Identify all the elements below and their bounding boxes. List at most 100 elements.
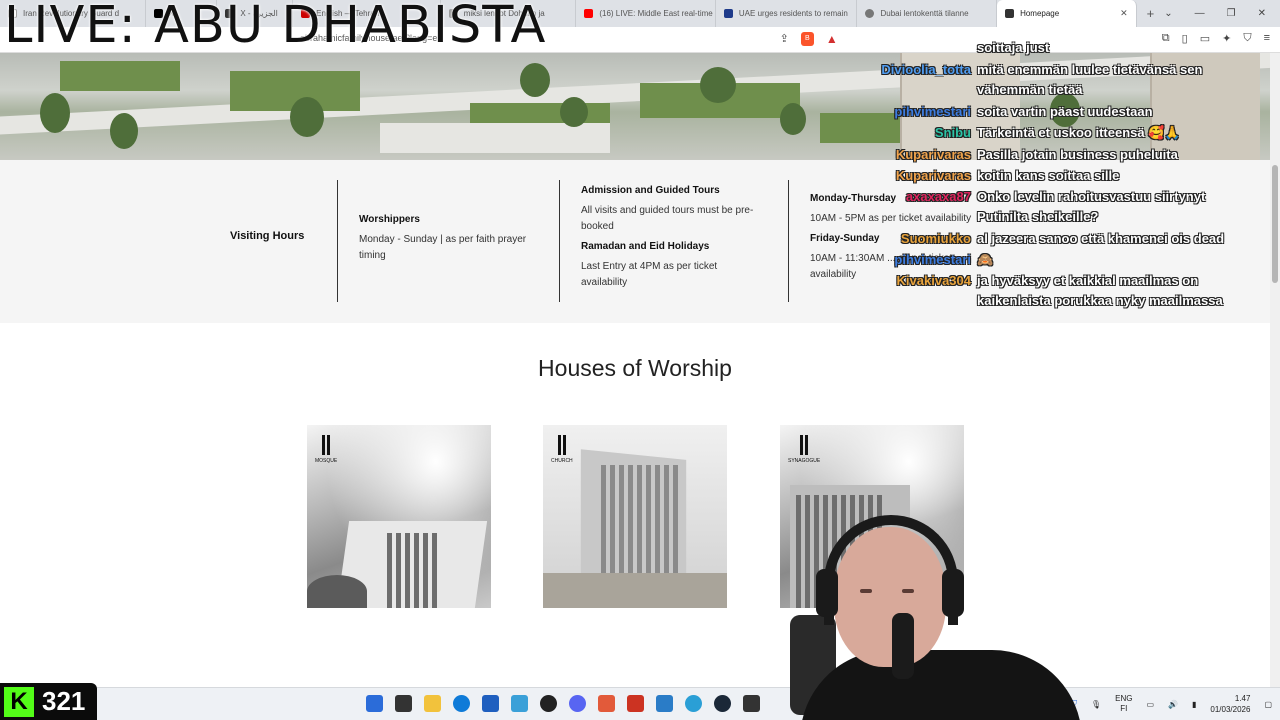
chat-message: vähemmän tietää bbox=[860, 82, 1083, 97]
chat-username bbox=[860, 40, 977, 55]
chat-message: Kuparivaras koitin kans soittaa sille bbox=[860, 168, 1119, 183]
lang-line2: FI bbox=[1120, 704, 1128, 713]
sidebar-icon[interactable]: ▯ bbox=[1182, 32, 1188, 46]
divider bbox=[559, 180, 560, 302]
chat-message: Suomiukko al jazeera sanoo että khamenei … bbox=[860, 231, 1224, 246]
streamer-webcam bbox=[776, 515, 1086, 720]
chat-message: Divioolia_totta mitä enemmän luulee tietä… bbox=[860, 62, 1202, 77]
app-icon[interactable] bbox=[656, 695, 673, 712]
extensions-icon[interactable]: ⧉ bbox=[1162, 32, 1170, 46]
chat-text: kaikenlaista porukkaa nyky maailmassa bbox=[977, 293, 1223, 308]
language-indicator[interactable]: ENG FI bbox=[1115, 694, 1132, 714]
visiting-hours-title: Visiting Hours bbox=[230, 230, 305, 242]
chat-username bbox=[860, 293, 977, 308]
chat-username: axaxaxa87 bbox=[905, 189, 971, 204]
admission-heading: Admission and Guided Tours bbox=[581, 185, 720, 196]
tab-label: (16) LIVE: Middle East real-time bbox=[599, 9, 713, 18]
microphone bbox=[892, 613, 914, 679]
share-icon[interactable]: ⇪ bbox=[780, 32, 789, 46]
wallet-icon[interactable]: ▭ bbox=[1200, 32, 1210, 46]
close-tab-icon[interactable]: ✕ bbox=[1120, 8, 1128, 19]
battery-icon[interactable]: ▮ bbox=[1192, 700, 1196, 709]
clock[interactable]: 1.47 01/03/2026 bbox=[1210, 693, 1250, 715]
church-card[interactable]: CHURCH bbox=[543, 425, 727, 608]
chat-username: pihvimestari bbox=[894, 252, 971, 267]
headphones-icon bbox=[824, 515, 958, 625]
card-label: CHURCH bbox=[551, 458, 573, 464]
chat-text: Pasilla jotain business puheluita bbox=[977, 147, 1178, 162]
worshippers-column: Worshippers Monday - Sunday | as per fai… bbox=[359, 212, 544, 268]
synagogue-logo: SYNAGOGUE bbox=[788, 435, 820, 464]
start-icon[interactable] bbox=[366, 695, 383, 712]
church-logo: CHURCH bbox=[551, 435, 573, 464]
chat-message: Kuparivaras Pasilla jotain business puhel… bbox=[860, 147, 1178, 162]
worshippers-text: Monday - Sunday | as per faith prayer ti… bbox=[359, 234, 527, 261]
obs-icon[interactable] bbox=[540, 695, 557, 712]
chat-message: axaxaxa87 Onko levelin rahoitusvastuu sii… bbox=[860, 189, 1205, 204]
close-window-icon[interactable]: ✕ bbox=[1258, 8, 1266, 19]
brave-shield-icon[interactable]: B bbox=[800, 32, 814, 46]
chat-message: pihvimestari soita vartin päast uudestaan bbox=[860, 104, 1152, 119]
admission-text: All visits and guided tours must be pre-… bbox=[581, 205, 754, 232]
chat-text: soittaja just bbox=[977, 40, 1050, 55]
chat-text: al jazeera sanoo että khamenei ois dead bbox=[977, 231, 1225, 246]
tab-favicon-icon bbox=[723, 9, 733, 18]
discord-icon[interactable] bbox=[569, 695, 586, 712]
page-scrollbar[interactable] bbox=[1270, 53, 1280, 687]
menu-icon[interactable]: ≡ bbox=[1264, 32, 1270, 46]
notification-icon[interactable]: ▢ bbox=[1264, 700, 1272, 709]
worshippers-heading: Worshippers bbox=[359, 214, 420, 225]
volume-icon[interactable]: 🔊 bbox=[1168, 700, 1178, 709]
minimize-icon[interactable]: — bbox=[1195, 8, 1205, 19]
tab-label: Dubai lentokenttä tilanne bbox=[880, 9, 969, 18]
leo-icon[interactable]: ✦ bbox=[1222, 32, 1231, 46]
taskbar-apps bbox=[366, 695, 760, 712]
streamer-body bbox=[800, 650, 1082, 720]
telegram-icon[interactable] bbox=[685, 695, 702, 712]
tab-label: Homepage bbox=[1020, 9, 1060, 18]
app-icon[interactable] bbox=[598, 695, 615, 712]
kick-follower-widget: K 321 bbox=[0, 683, 97, 720]
tab-favicon-icon bbox=[865, 9, 875, 18]
mosque-card[interactable]: MOSQUE bbox=[307, 425, 491, 608]
store-icon[interactable] bbox=[482, 695, 499, 712]
filezilla-icon[interactable] bbox=[627, 695, 644, 712]
stream-title-overlay: LIVE: ABU DHABISTA bbox=[4, 0, 547, 55]
microphone-icon[interactable]: 🎙 bbox=[1091, 700, 1101, 709]
tab-label: UAE urges residents to remain bbox=[738, 9, 848, 18]
file-explorer-icon[interactable] bbox=[424, 695, 441, 712]
browser-tab-active[interactable]: Homepage ✕ bbox=[997, 0, 1137, 27]
browser-tab[interactable]: UAE urges residents to remain bbox=[716, 0, 858, 27]
chat-message: kaikenlaista porukkaa nyky maailmassa bbox=[860, 293, 1223, 308]
houses-of-worship-title: Houses of Worship bbox=[538, 355, 732, 381]
edge-icon[interactable] bbox=[453, 695, 470, 712]
headphone-ear bbox=[942, 569, 964, 617]
display-icon[interactable]: ▭ bbox=[1146, 700, 1154, 709]
vpn-icon[interactable]: ⛉ bbox=[1243, 32, 1251, 46]
chat-text: Putinilta sheikeille? bbox=[977, 209, 1099, 224]
youtube-icon bbox=[584, 9, 594, 18]
app-icon[interactable] bbox=[511, 695, 528, 712]
task-view-icon[interactable] bbox=[395, 695, 412, 712]
new-tab-button[interactable]: + bbox=[1137, 6, 1165, 21]
scrollbar-thumb[interactable] bbox=[1272, 165, 1278, 283]
follower-count: 321 bbox=[42, 686, 86, 716]
chat-username: Suomiukko bbox=[900, 231, 971, 246]
chat-text: Onko levelin rahoitusvastuu siirtynyt bbox=[977, 189, 1206, 204]
chat-message: soittaja just bbox=[860, 40, 1049, 55]
chat-text: mitä enemmän luulee tietävänsä sen bbox=[977, 62, 1203, 77]
warning-icon[interactable]: ▲ bbox=[826, 32, 838, 46]
chat-text: koitin kans soittaa sille bbox=[977, 168, 1120, 183]
clock-time: 1.47 bbox=[1234, 694, 1251, 703]
card-label: SYNAGOGUE bbox=[788, 458, 821, 464]
maximize-icon[interactable]: ❐ bbox=[1227, 8, 1236, 19]
chat-text: ja hyväksyy et kaikkial maailmas on bbox=[977, 273, 1199, 288]
admission-column: Admission and Guided Tours All visits an… bbox=[581, 183, 761, 295]
browser-tab[interactable]: Dubai lentokenttä tilanne bbox=[857, 0, 998, 27]
card-label: MOSQUE bbox=[315, 458, 338, 464]
window-controls: ⌄ — ❐ ✕ bbox=[1164, 8, 1280, 19]
browser-tab[interactable]: (16) LIVE: Middle East real-time bbox=[576, 0, 716, 27]
steam-icon[interactable] bbox=[714, 695, 731, 712]
terminal-icon[interactable] bbox=[743, 695, 760, 712]
chevron-down-icon[interactable]: ⌄ bbox=[1164, 8, 1172, 19]
